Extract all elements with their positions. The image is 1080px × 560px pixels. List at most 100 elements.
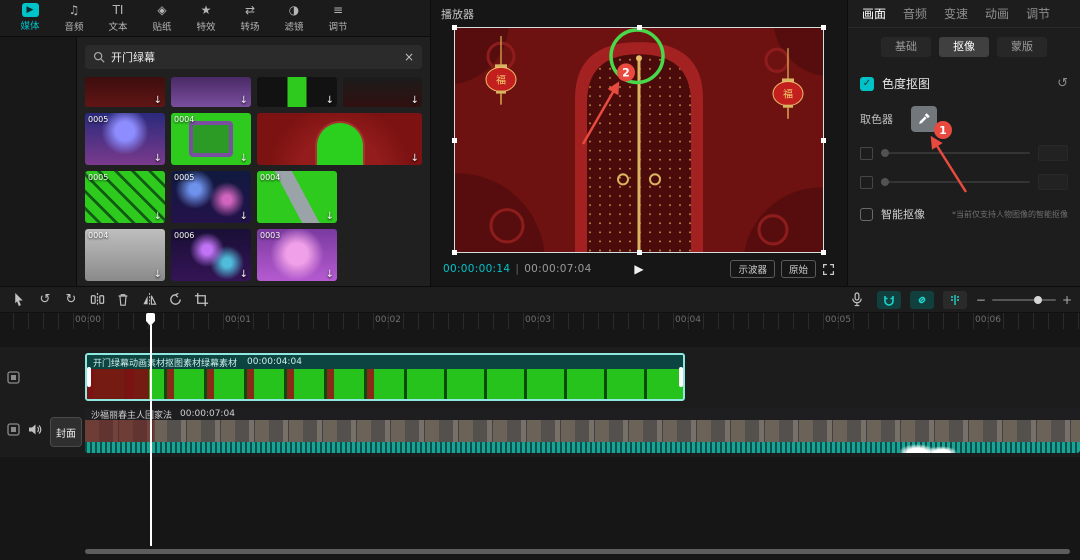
media-item[interactable]: ↓ (171, 77, 251, 107)
media-item[interactable]: 0004 ↓ (171, 113, 251, 165)
media-item[interactable]: ↓ (257, 77, 337, 107)
zoom-out-icon[interactable]: − (976, 293, 986, 307)
media-item[interactable]: ↓ (343, 77, 422, 107)
subtab-basic[interactable]: 基础 (881, 37, 931, 57)
resize-handle[interactable] (637, 25, 642, 30)
color-picker-row: 取色器 (860, 106, 1068, 132)
clip-trim-handle-right[interactable] (679, 367, 683, 387)
playhead[interactable] (146, 313, 155, 549)
media-item[interactable]: 0006 ↓ (171, 229, 251, 281)
fullscreen-icon[interactable] (822, 263, 835, 276)
toolbar-item-effects[interactable]: ★ 特效 (184, 3, 228, 33)
record-audio-icon[interactable] (846, 290, 868, 310)
download-icon[interactable]: ↓ (411, 153, 419, 164)
chroma-key-row: ✓ 色度抠图 ↺ (860, 75, 1068, 92)
green-screen-clip[interactable]: 开门绿幕动画素材抠图素材绿幕素材 00:00:04:04 (85, 353, 685, 401)
delete-icon[interactable] (112, 290, 134, 310)
tab-picture[interactable]: 画面 (862, 5, 886, 22)
zoom-knob[interactable] (1033, 295, 1042, 304)
download-icon[interactable]: ↓ (154, 269, 162, 280)
subtab-keying[interactable]: 抠像 (939, 37, 989, 57)
search-input-value[interactable]: 开门绿幕 (111, 49, 155, 65)
media-item[interactable]: 0005 ↓ (85, 113, 165, 165)
toolbar-item-adjust[interactable]: ≡ 调节 (316, 3, 360, 33)
horizontal-scrollbar[interactable] (85, 549, 1070, 554)
download-icon[interactable]: ↓ (154, 153, 162, 164)
speaker-icon[interactable] (28, 423, 42, 436)
media-item[interactable]: 0004 ↓ (85, 229, 165, 281)
media-item[interactable]: ↓ (85, 77, 165, 107)
tab-adjust[interactable]: 调节 (1026, 5, 1050, 22)
media-item-selected[interactable]: ↓ (257, 113, 422, 165)
rotate-icon[interactable] (164, 290, 186, 310)
toolbar-item-audio[interactable]: ♫ 音频 (52, 3, 96, 33)
cover-button[interactable]: 封面 (50, 417, 82, 447)
player-canvas[interactable]: 福 福 2 (452, 25, 826, 255)
scope-button[interactable]: 示波器 (730, 260, 775, 278)
clip-trim-handle-left[interactable] (87, 367, 91, 387)
media-item[interactable]: 0005 ↓ (85, 171, 165, 223)
clear-search-icon[interactable]: × (404, 50, 414, 64)
resize-handle[interactable] (821, 25, 826, 30)
download-icon[interactable]: ↓ (154, 95, 162, 106)
main-video-clip[interactable]: 沙福丽春主人回家法 00:00:07:04 (85, 408, 1080, 453)
download-icon[interactable]: ↓ (240, 95, 248, 106)
download-icon[interactable]: ↓ (326, 211, 334, 222)
play-button[interactable]: ▶ (634, 262, 643, 276)
download-icon[interactable]: ↓ (240, 211, 248, 222)
download-icon[interactable]: ↓ (411, 95, 419, 106)
smart-keying-checkbox[interactable] (860, 207, 873, 221)
tab-audio[interactable]: 音频 (903, 5, 927, 22)
eyedropper-button[interactable] (911, 106, 937, 132)
download-icon[interactable]: ↓ (154, 211, 162, 222)
original-button[interactable]: 原始 (780, 260, 816, 278)
toolbar-item-filter[interactable]: ◑ 滤镜 (272, 3, 316, 33)
slider-knob[interactable] (881, 178, 889, 186)
resize-handle[interactable] (452, 138, 457, 143)
crop-icon[interactable] (190, 290, 212, 310)
toolbar-item-label: 文本 (108, 22, 128, 33)
shadow-value-box[interactable] (1038, 174, 1068, 190)
subtab-mask[interactable]: 蒙版 (997, 37, 1047, 57)
download-icon[interactable]: ↓ (240, 153, 248, 164)
mirror-icon[interactable] (138, 290, 160, 310)
media-item[interactable]: 0003 ↓ (257, 229, 337, 281)
resize-handle[interactable] (452, 250, 457, 255)
media-item[interactable]: 0005 ↓ (171, 171, 251, 223)
slider-knob[interactable] (881, 149, 889, 157)
preview-axis-icon[interactable] (942, 290, 967, 309)
toolbar-item-media[interactable]: ▶ 媒体 (8, 3, 52, 32)
shadow-slider[interactable] (881, 178, 1030, 186)
chroma-key-checkbox[interactable]: ✓ (860, 76, 874, 91)
undo-icon[interactable]: ↺ (34, 290, 56, 310)
audio-icon: ♫ (68, 3, 80, 17)
resize-handle[interactable] (452, 25, 457, 30)
toolbar-item-sticker[interactable]: ◈ 贴纸 (140, 3, 184, 33)
tab-speed[interactable]: 变速 (944, 5, 968, 22)
download-icon[interactable]: ↓ (240, 269, 248, 280)
lantern-char: 福 (783, 88, 793, 101)
download-icon[interactable]: ↓ (326, 95, 334, 106)
resize-handle[interactable] (637, 250, 642, 255)
intensity-value-box[interactable] (1038, 145, 1068, 161)
tab-animation[interactable]: 动画 (985, 5, 1009, 22)
zoom-slider[interactable] (991, 295, 1056, 304)
split-icon[interactable] (86, 290, 108, 310)
magnet-icon[interactable] (876, 290, 901, 309)
track1-options-icon[interactable] (7, 371, 20, 384)
zoom-in-icon[interactable]: + (1062, 293, 1072, 307)
download-icon[interactable]: ↓ (326, 269, 334, 280)
select-tool-icon[interactable] (8, 290, 30, 310)
resize-handle[interactable] (821, 250, 826, 255)
reset-icon[interactable]: ↺ (1057, 76, 1068, 91)
resize-handle[interactable] (821, 138, 826, 143)
timeline-ruler[interactable]: 00:00 00:01 00:02 00:03 00:04 00:05 00:0… (0, 313, 1080, 329)
search-bar[interactable]: 开门绿幕 × (85, 45, 422, 69)
toolbar-item-text[interactable]: TI 文本 (96, 3, 140, 33)
redo-icon[interactable]: ↻ (60, 290, 82, 310)
linkage-icon[interactable] (909, 290, 934, 309)
intensity-slider[interactable] (881, 149, 1030, 157)
media-item[interactable]: 0004 ↓ (257, 171, 337, 223)
track2-options-icon[interactable] (7, 423, 20, 436)
toolbar-item-transition[interactable]: ⇄ 转场 (228, 3, 272, 33)
